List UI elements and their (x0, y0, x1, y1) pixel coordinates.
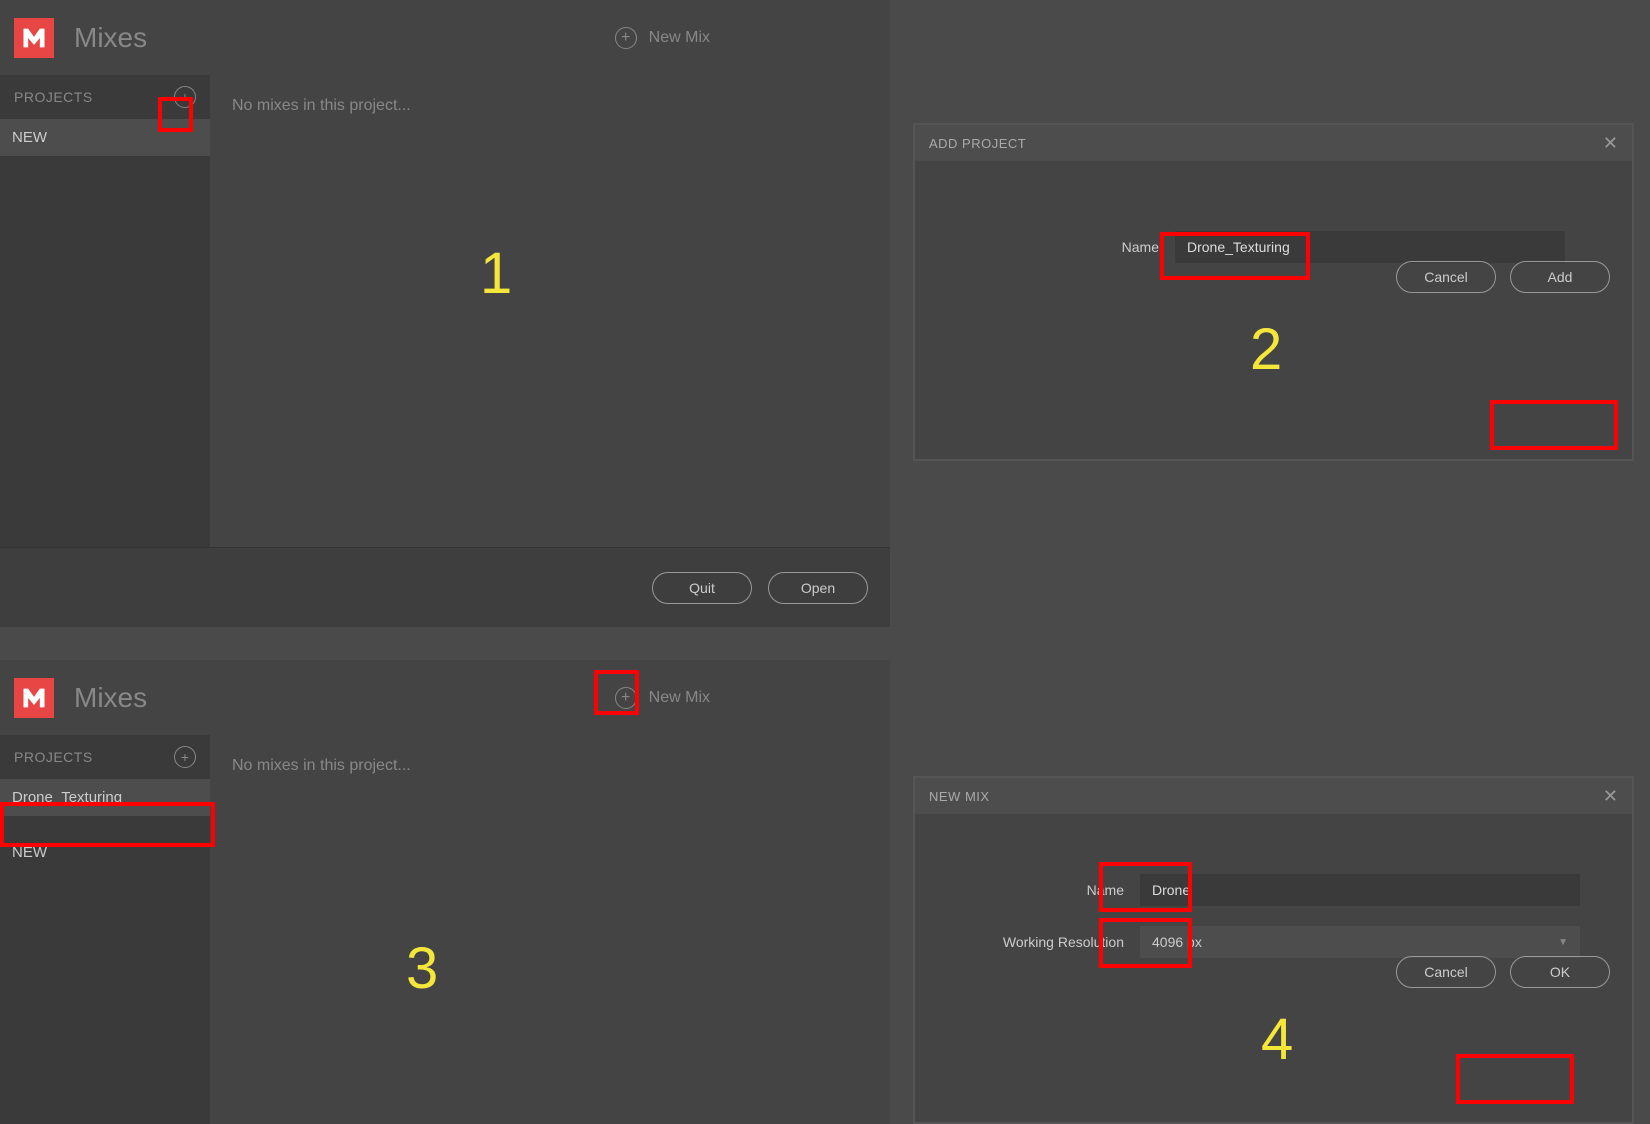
new-mix-label: New Mix (649, 29, 710, 47)
project-item-label: NEW (12, 844, 47, 861)
close-icon[interactable]: ✕ (1603, 786, 1618, 807)
cancel-button[interactable]: Cancel (1396, 956, 1496, 988)
add-project-button[interactable]: + (174, 746, 196, 768)
mixes-area: No mixes in this project... 1 (210, 75, 890, 547)
close-icon[interactable]: ✕ (1603, 133, 1618, 154)
project-item-drone[interactable]: Drone_Texturing (0, 779, 210, 816)
page-title: Mixes (74, 682, 147, 714)
resolution-select[interactable]: 4096 px ▼ (1140, 926, 1580, 958)
resolution-label: Working Resolution (945, 934, 1140, 950)
new-mix-label: New Mix (649, 689, 710, 707)
header: Mixes + New Mix (0, 660, 890, 735)
quit-button[interactable]: Quit (652, 572, 752, 604)
page-title: Mixes (74, 22, 147, 54)
app-logo-icon (14, 18, 54, 58)
resolution-value: 4096 px (1152, 934, 1202, 950)
projects-sidebar: PROJECTS + NEW (0, 75, 210, 547)
add-button[interactable]: Add (1510, 261, 1610, 293)
mix-name-input[interactable] (1140, 874, 1580, 906)
projects-label: PROJECTS (14, 749, 93, 765)
empty-message: No mixes in this project... (232, 97, 868, 115)
projects-header: PROJECTS + (0, 735, 210, 779)
add-project-dialog: ADD PROJECT ✕ Name 2 Cancel Add (913, 123, 1634, 461)
projects-label: PROJECTS (14, 89, 93, 105)
header: Mixes + New Mix (0, 0, 890, 75)
projects-sidebar: PROJECTS + Drone_Texturing NEW (0, 735, 210, 1124)
empty-message: No mixes in this project... (232, 757, 868, 775)
cancel-button[interactable]: Cancel (1396, 261, 1496, 293)
dialog-title: ADD PROJECT (929, 136, 1026, 151)
new-mix-dialog: NEW MIX ✕ Name Working Resolution 4096 p… (913, 776, 1634, 1124)
dialog-header: ADD PROJECT ✕ (915, 125, 1632, 161)
mixes-area: No mixes in this project... 3 (210, 735, 890, 1124)
app-logo-icon (14, 678, 54, 718)
name-label: Name (945, 882, 1140, 898)
mixes-window-2: Mixes + New Mix PROJECTS + Drone_Texturi… (0, 660, 890, 1124)
step-number-2: 2 (1250, 316, 1282, 383)
add-project-button[interactable]: + (174, 86, 196, 108)
project-item-new[interactable]: NEW (0, 834, 210, 871)
projects-header: PROJECTS + (0, 75, 210, 119)
step-number-3: 3 (406, 935, 438, 1002)
project-name-input[interactable] (1175, 231, 1565, 263)
name-field-row: Name (945, 231, 1602, 263)
project-item-label: NEW (12, 129, 47, 146)
step-number-1: 1 (480, 240, 512, 307)
plus-circle-icon: + (615, 687, 637, 709)
ok-button[interactable]: OK (1510, 956, 1610, 988)
mixes-window-1: Mixes + New Mix PROJECTS + NEW No mixes … (0, 0, 890, 627)
name-label: Name (945, 239, 1175, 255)
dialog-title: NEW MIX (929, 789, 990, 804)
step-number-4: 4 (1261, 1006, 1293, 1073)
chevron-down-icon: ▼ (1558, 937, 1568, 948)
open-button[interactable]: Open (768, 572, 868, 604)
footer: Quit Open (0, 547, 890, 627)
dialog-header: NEW MIX ✕ (915, 778, 1632, 814)
plus-circle-icon: + (615, 27, 637, 49)
project-item-new[interactable]: NEW (0, 119, 210, 156)
resolution-field-row: Working Resolution 4096 px ▼ (945, 926, 1602, 958)
name-field-row: Name (945, 874, 1602, 906)
new-mix-button[interactable]: + New Mix (615, 27, 710, 49)
new-mix-button[interactable]: + New Mix (615, 687, 710, 709)
project-item-label: Drone_Texturing (12, 789, 122, 806)
